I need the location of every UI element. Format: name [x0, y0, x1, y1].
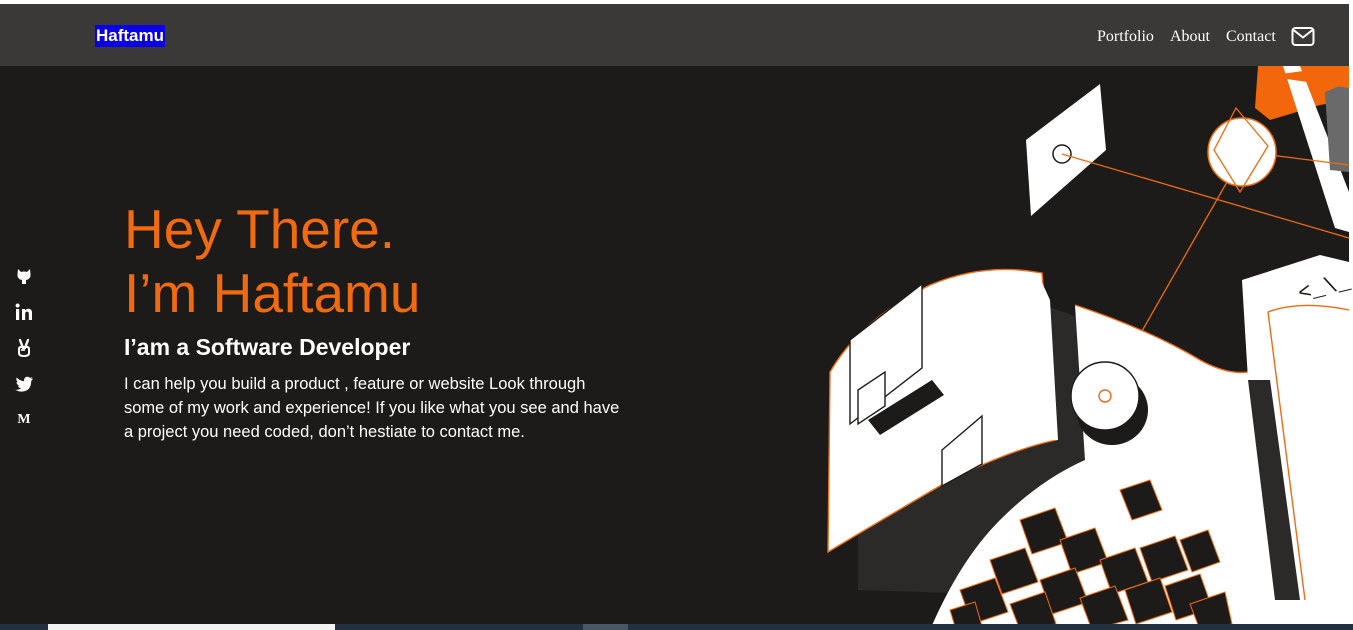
circle-node: [1207, 117, 1277, 187]
disc-node: [1070, 361, 1140, 431]
taskbar-window-thumbnail[interactable]: [48, 624, 335, 630]
taskbar-item[interactable]: [583, 624, 628, 630]
floating-card: [1026, 84, 1106, 216]
hero-illustration: <_\_: [827, 66, 1353, 630]
connector-line: [1061, 153, 1350, 239]
